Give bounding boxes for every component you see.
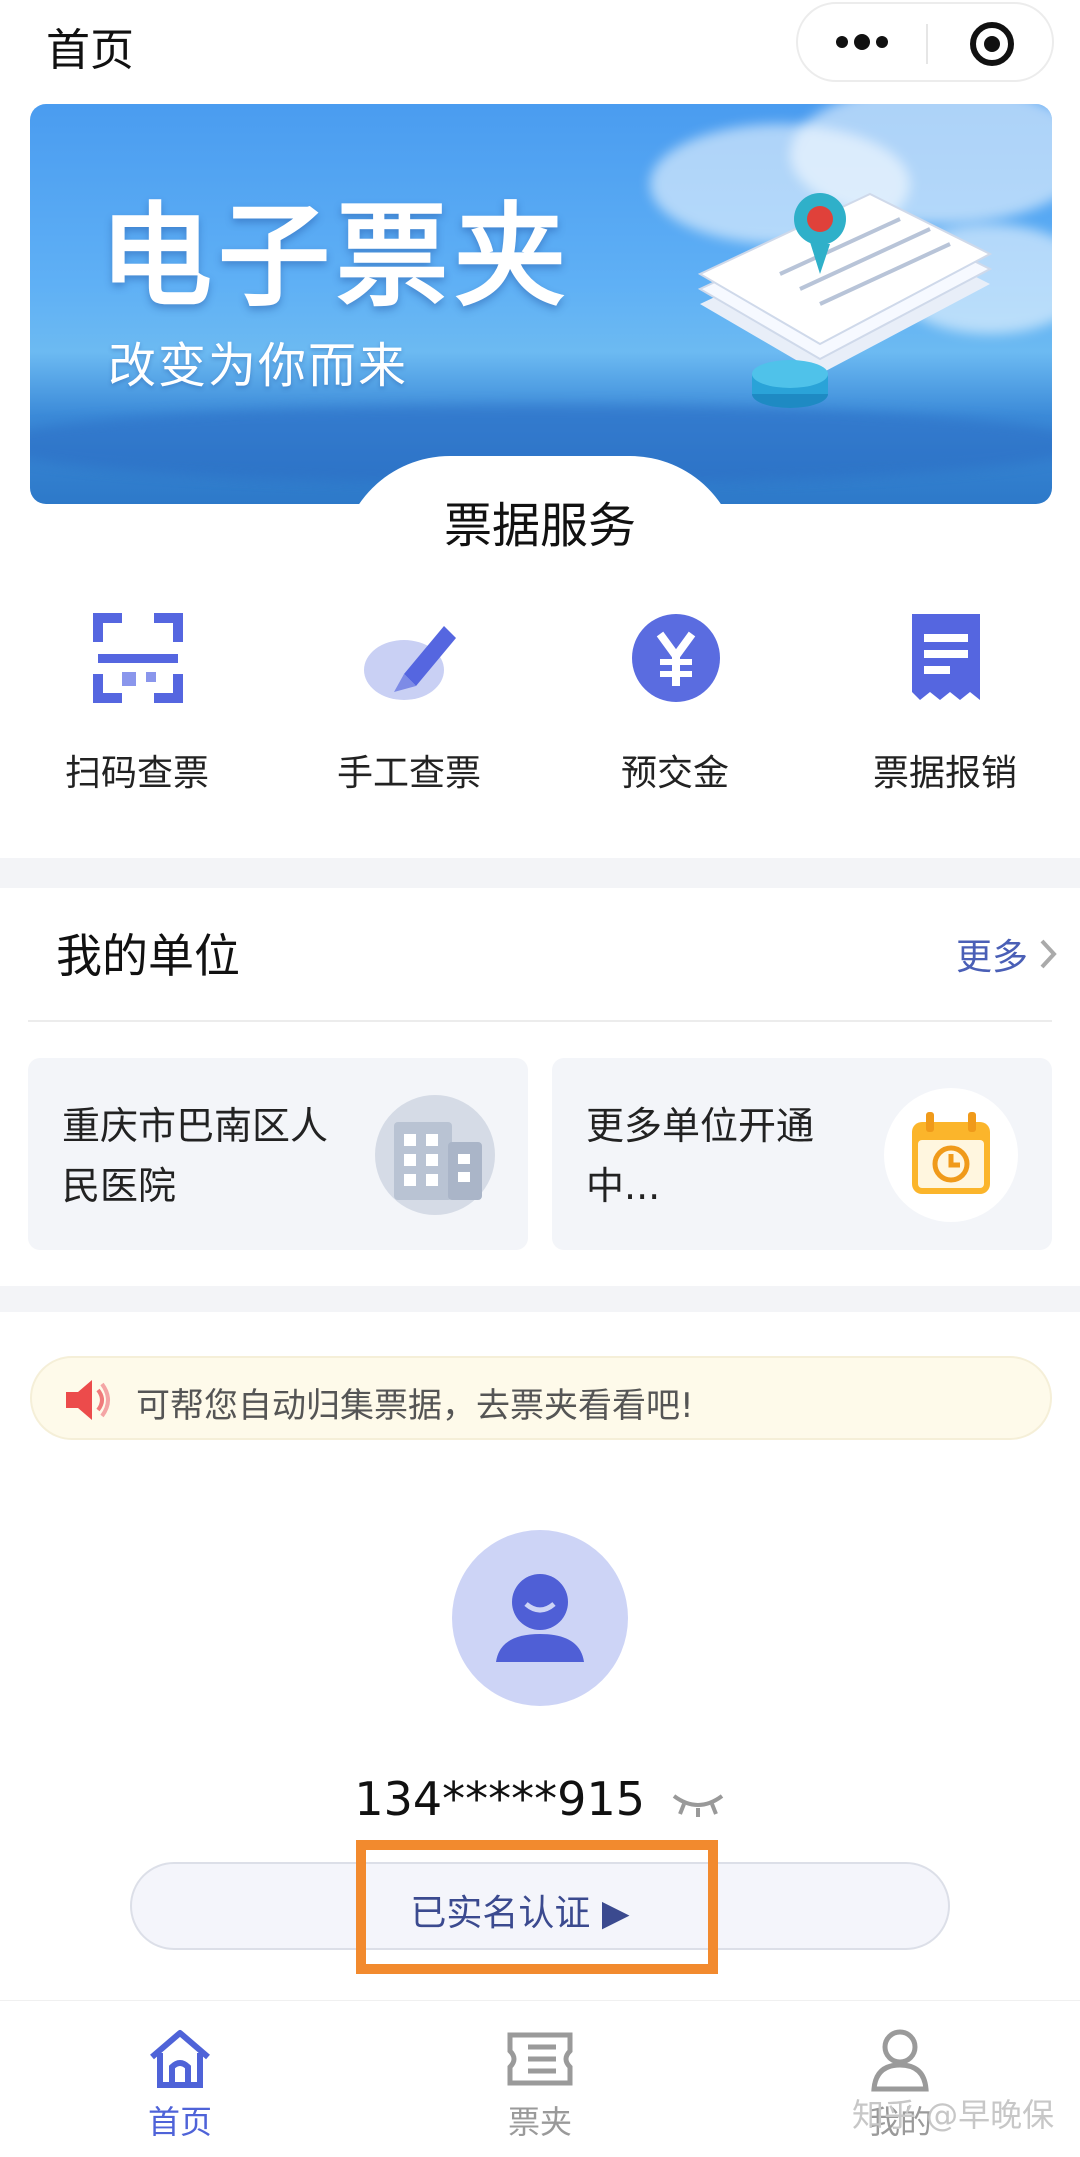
more-button[interactable]: [798, 4, 926, 80]
banner-subtitle: 改变为你而来: [108, 338, 409, 394]
calendar-clock-icon: [912, 1112, 990, 1194]
home-icon: [150, 2030, 210, 2088]
eye-closed-icon[interactable]: [670, 1788, 726, 1818]
service-label: 手工查票: [336, 753, 481, 794]
target-close-icon: [970, 22, 1014, 66]
notice-bar[interactable]: 可帮您自动归集票据，去票夹看看吧!: [30, 1356, 1052, 1440]
phone-number: 134*****915: [354, 1772, 645, 1826]
promo-banner[interactable]: 电子票夹 改变为你而来: [30, 104, 1052, 504]
tab-home[interactable]: 首页: [60, 2001, 300, 2157]
chevron-right-icon: [1040, 939, 1057, 969]
scan-icon: [93, 613, 183, 703]
units-header: 我的单位 更多: [0, 890, 1080, 1020]
phone-row: 134*****915: [0, 1772, 1080, 1826]
close-button[interactable]: [928, 4, 1052, 80]
building-icon: [375, 1095, 495, 1215]
units-title: 我的单位: [56, 929, 240, 983]
calendar-icon-wrap: [884, 1088, 1018, 1222]
yen-icon: [632, 614, 720, 702]
service-deposit[interactable]: 预交金: [560, 600, 790, 800]
notice-text: 可帮您自动归集票据，去票夹看看吧!: [136, 1386, 694, 1426]
section-divider: [0, 858, 1080, 888]
auth-status-button[interactable]: 已实名认证 ▶: [370, 1884, 670, 1936]
unit-name: 重庆市巴南区人民医院: [62, 1104, 329, 1208]
mini-program-capsule: [796, 2, 1054, 82]
service-label: 预交金: [620, 753, 729, 794]
unit-name: 更多单位开通中...: [586, 1104, 815, 1208]
avatar[interactable]: [452, 1530, 628, 1706]
ticket-folder-icon: [507, 2032, 573, 2086]
units-divider: [28, 1020, 1052, 1022]
units-more-label: 更多: [955, 937, 1028, 978]
service-manual[interactable]: 手工查票: [294, 600, 524, 800]
user-icon: [871, 2029, 929, 2092]
service-label: 扫码查票: [64, 753, 209, 794]
more-dots-icon: [836, 34, 888, 50]
service-label: 票据报销: [872, 753, 1017, 794]
units-more-link[interactable]: 更多: [956, 928, 1058, 980]
user-avatar-icon: [496, 1574, 584, 1662]
services-grid: 扫码查票 手工查票 预交金 票据报销: [0, 600, 1080, 840]
speaker-icon: [66, 1380, 110, 1420]
watermark: 知乎 @早晚保: [852, 2096, 1055, 2134]
unit-card[interactable]: 重庆市巴南区人民医院: [28, 1058, 528, 1250]
page-title: 首页: [46, 25, 134, 76]
tab-label: 首页: [147, 2103, 212, 2141]
tab-ticket-folder[interactable]: 票夹: [420, 2001, 660, 2157]
documents-stack-icon: [697, 192, 993, 408]
service-scan[interactable]: 扫码查票: [22, 600, 252, 800]
building-icon-wrap: [368, 1088, 502, 1222]
pen-icon: [364, 626, 456, 700]
receipt-icon: [912, 614, 980, 700]
service-reimburse[interactable]: 票据报销: [830, 600, 1060, 800]
unit-card[interactable]: 更多单位开通中...: [552, 1058, 1052, 1250]
services-section-title: 票据服务: [443, 498, 636, 554]
banner-title: 电子票夹: [100, 192, 572, 322]
tab-label: 票夹: [507, 2103, 572, 2141]
section-divider: [0, 1286, 1080, 1312]
top-bar: 首页: [0, 0, 1080, 90]
